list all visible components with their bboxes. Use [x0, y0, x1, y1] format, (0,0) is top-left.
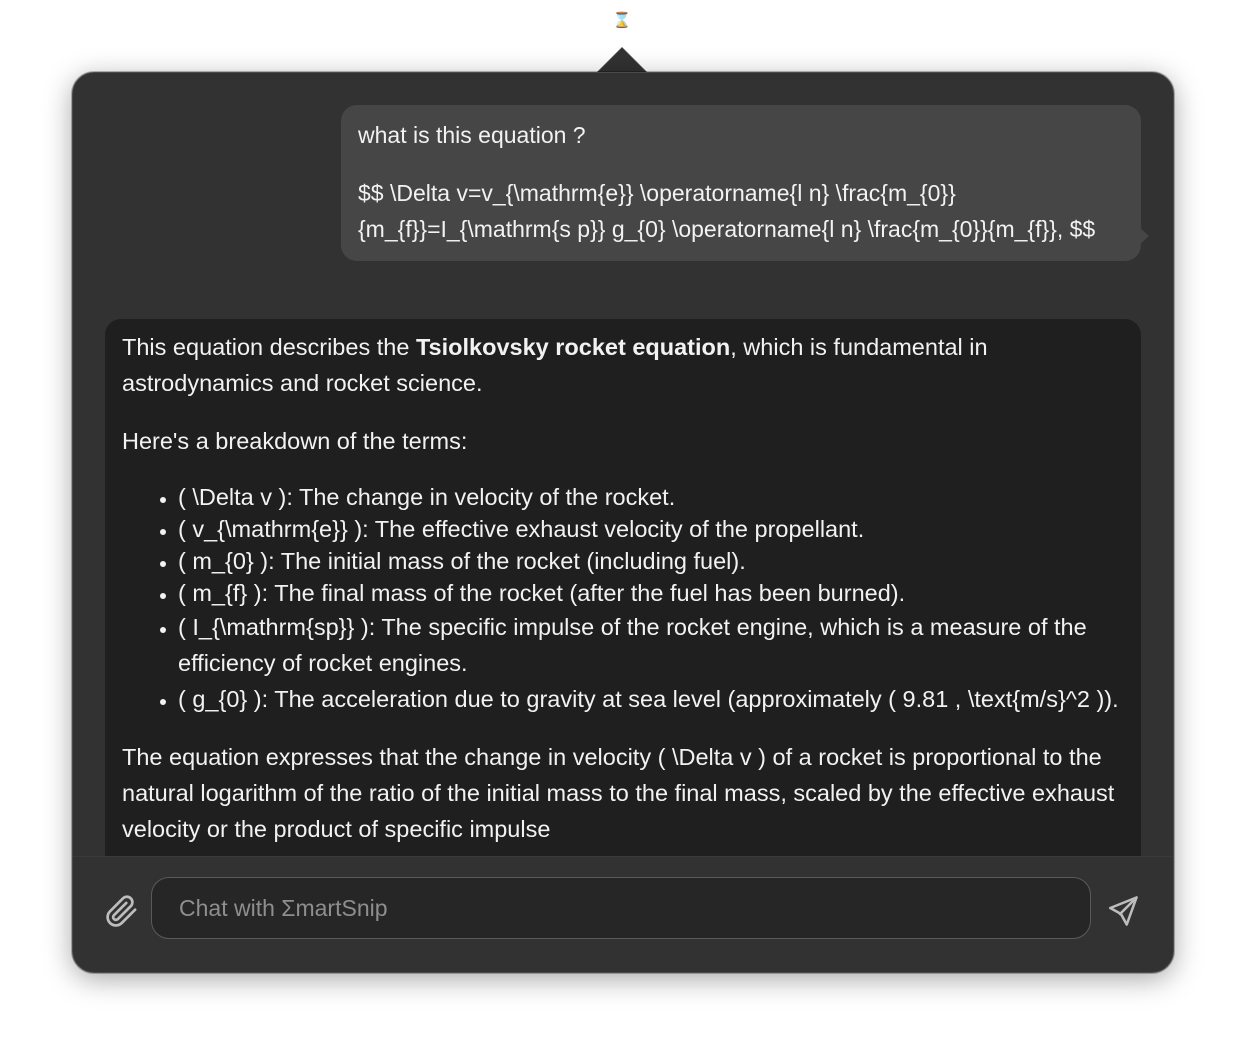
- user-message-bubble: what is this equation ? $$ \Delta v=v_{\…: [341, 105, 1149, 261]
- send-button[interactable]: [1105, 893, 1141, 929]
- term-text: ( I_{\mathrm{sp}} ): The specific impuls…: [178, 614, 1087, 676]
- user-message-line: what is this equation ?: [358, 122, 586, 148]
- popover-arrow: [597, 48, 647, 73]
- assistant-conclusion: The equation expresses that the change i…: [122, 744, 1115, 842]
- term-text: ( g_{0} ): The acceleration due to gravi…: [178, 686, 1119, 712]
- send-icon: [1108, 896, 1138, 926]
- user-message-equation: $$ \Delta v=v_{\mathrm{e}} \operatorname…: [358, 180, 1096, 242]
- chat-transcript[interactable]: what is this equation ? $$ \Delta v=v_{\…: [73, 73, 1173, 856]
- attach-button[interactable]: [103, 893, 139, 929]
- breakdown-heading: Here's a breakdown of the terms:: [122, 428, 468, 454]
- list-item: ( m_{0} ): The initial mass of the rocke…: [178, 545, 1124, 577]
- chat-input[interactable]: [151, 877, 1091, 939]
- list-item: ( v_{\mathrm{e}} ): The effective exhaus…: [178, 513, 1124, 545]
- term-text: ( m_{0} ): The initial mass of the rocke…: [178, 548, 746, 574]
- list-item: ( I_{\mathrm{sp}} ): The specific impuls…: [178, 609, 1124, 681]
- term-text: ( v_{\mathrm{e}} ): The effective exhaus…: [178, 516, 865, 542]
- smartsnip-menubar-icon[interactable]: ⌛: [611, 8, 633, 34]
- assistant-intro-before: This equation describes the: [122, 334, 416, 360]
- term-text: ( \Delta v ): The change in velocity of …: [178, 484, 676, 510]
- assistant-intro: This equation describes the Tsiolkovsky …: [122, 329, 1124, 401]
- chat-popover: what is this equation ? $$ \Delta v=v_{\…: [72, 72, 1174, 973]
- assistant-message-bubble: This equation describes the Tsiolkovsky …: [105, 319, 1141, 856]
- term-text: ( m_{f} ): The final mass of the rocket …: [178, 580, 906, 606]
- composer-bar: [73, 857, 1173, 971]
- assistant-intro-bold: Tsiolkovsky rocket equation: [415, 334, 731, 360]
- list-item: ( g_{0} ): The acceleration due to gravi…: [178, 681, 1124, 717]
- user-bubble-tail: [1139, 227, 1149, 245]
- list-item: ( \Delta v ): The change in velocity of …: [178, 481, 1124, 513]
- list-item: ( m_{f} ): The final mass of the rocket …: [178, 577, 1124, 609]
- paperclip-icon: [106, 895, 137, 927]
- terms-list: ( \Delta v ): The change in velocity of …: [122, 481, 1124, 717]
